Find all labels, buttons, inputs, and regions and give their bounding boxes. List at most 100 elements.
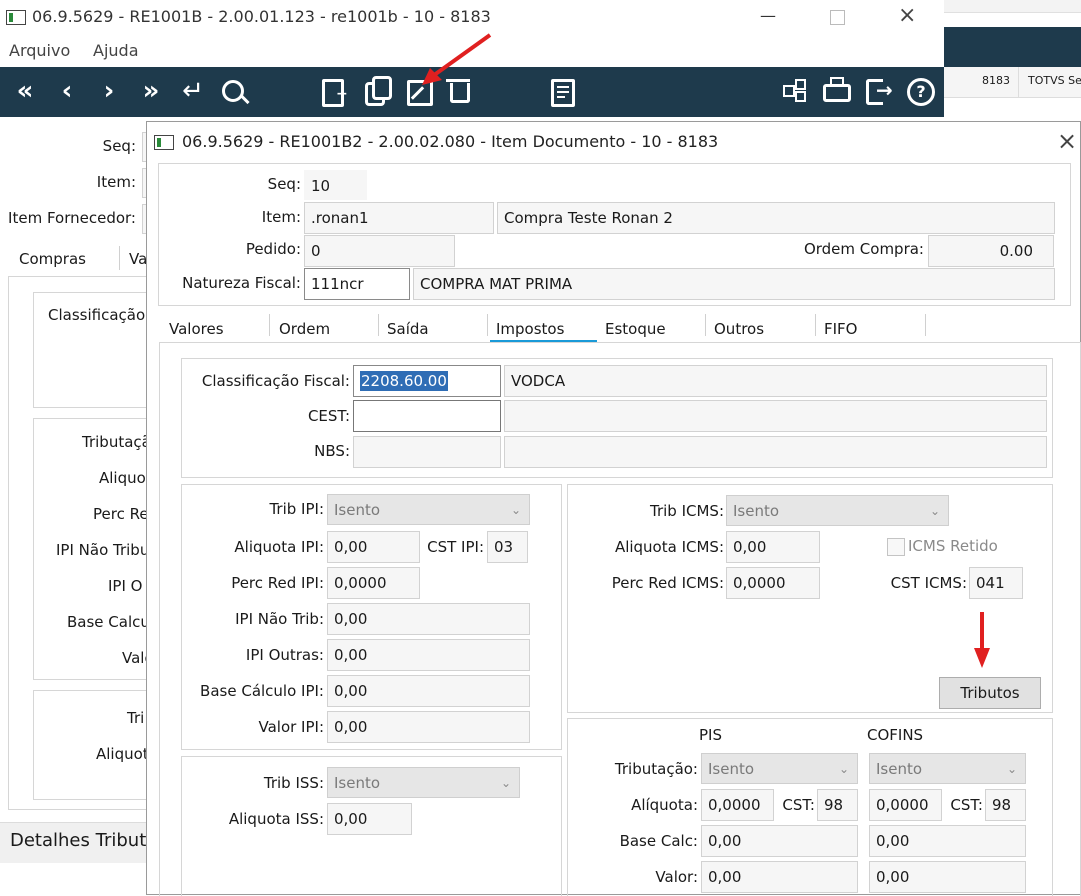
back-window-title: 06.9.5629 - RE1001B - 2.00.01.123 - re10…: [32, 7, 491, 26]
cofins-valor-field[interactable]: 0,00: [869, 861, 1026, 893]
cofins-aliquota-field[interactable]: 0,0000: [869, 789, 942, 821]
cofins-cst-field[interactable]: 98: [985, 789, 1026, 821]
tab-ordem[interactable]: Ordem: [279, 318, 330, 344]
back-tab-valores[interactable]: Va: [129, 250, 147, 268]
seq-field[interactable]: 10: [304, 170, 367, 200]
pis-header: PIS: [699, 726, 722, 744]
bg-strip-dark: [944, 27, 1081, 67]
trib-iss-select[interactable]: Isento ⌄: [327, 767, 520, 798]
menu-arquivo[interactable]: Arquivo: [9, 41, 70, 60]
dialog-close-button[interactable]: ×: [1057, 127, 1077, 155]
ipi-outras-field[interactable]: 0,00: [327, 639, 530, 671]
return-icon[interactable]: ↵: [176, 74, 210, 108]
hierarchy-icon[interactable]: [783, 79, 806, 102]
icms-retido-checkbox[interactable]: [887, 538, 905, 556]
perc-red-icms-field[interactable]: 0,0000: [726, 567, 820, 599]
perc-red-ipi-field[interactable]: 0,0000: [327, 567, 420, 599]
tab-separator: [378, 314, 379, 336]
back-label-trib: Tributaçã: [82, 433, 151, 451]
nbs-desc-field: [504, 436, 1047, 468]
cofins-base-field[interactable]: 0,00: [869, 825, 1026, 857]
pis-base-field[interactable]: 0,00: [701, 825, 858, 857]
cofins-header: COFINS: [867, 726, 924, 744]
tab-outros[interactable]: Outros: [714, 318, 764, 344]
new-document-plus: +: [336, 86, 348, 102]
classificacao-fiscal-field[interactable]: 2208.60.00: [353, 365, 501, 397]
back-label-base: Base Calcul: [67, 613, 155, 631]
print-icon[interactable]: [823, 77, 851, 102]
search-icon[interactable]: [222, 80, 250, 105]
trib-icms-value: Isento: [733, 502, 780, 520]
pis-cst-field[interactable]: 98: [817, 789, 858, 821]
report-icon[interactable]: [551, 79, 575, 107]
aliquota-icms-label: Aliquota ICMS:: [614, 538, 724, 556]
tab-separator: [487, 314, 488, 336]
cest-desc-field: [504, 400, 1047, 432]
pis-cst-label: CST:: [782, 796, 815, 814]
valor-ipi-label: Valor IPI:: [258, 718, 324, 736]
pis-valor-field[interactable]: 0,00: [701, 861, 858, 893]
back-label-aliq: Aliquot: [99, 469, 152, 487]
tab-separator: [269, 314, 270, 336]
bg-tab-8183[interactable]: 8183: [982, 74, 1010, 87]
back-label-ipi-nao: IPI Não Tribu: [56, 541, 150, 559]
valor-ipi-field[interactable]: 0,00: [327, 711, 530, 743]
tab-fifo[interactable]: FIFO: [824, 318, 858, 344]
tab-estoque[interactable]: Estoque: [605, 318, 666, 344]
valor-label: Valor:: [655, 868, 698, 886]
trib-ipi-select[interactable]: Isento ⌄: [327, 494, 530, 525]
item-code-field[interactable]: .ronan1: [304, 202, 494, 234]
bg-tab-totvs[interactable]: TOTVS Se: [1028, 74, 1081, 87]
cofins-tributacao-select[interactable]: Isento ⌄: [869, 753, 1026, 784]
pedido-field[interactable]: 0: [304, 235, 455, 267]
minimize-button[interactable]: —: [756, 6, 780, 25]
chevron-down-icon: ⌄: [500, 776, 511, 790]
trib-icms-select[interactable]: Isento ⌄: [726, 495, 949, 526]
seq-label: Seq:: [267, 175, 301, 193]
aliquota-icms-field[interactable]: 0,00: [726, 531, 820, 563]
trib-iss-value: Isento: [334, 774, 381, 792]
aliquota-ipi-field[interactable]: 0,00: [327, 531, 420, 563]
item-desc-field: Compra Teste Ronan 2: [497, 202, 1055, 234]
aliquota-label: Alíquota:: [631, 796, 698, 814]
next-record-icon[interactable]: ›: [92, 74, 126, 108]
back-footer-text[interactable]: Detalhes Tribut: [10, 830, 146, 851]
ordem-compra-label: Ordem Compra:: [803, 240, 924, 258]
tab-saida[interactable]: Saída: [387, 318, 429, 344]
tab-separator: [925, 314, 926, 336]
close-window-button[interactable]: ×: [898, 3, 916, 28]
natureza-desc-field: COMPRA MAT PRIMA: [413, 268, 1055, 300]
nbs-field[interactable]: [353, 436, 501, 468]
back-tab-compras[interactable]: Compras: [19, 250, 86, 268]
maximize-button[interactable]: [830, 10, 845, 25]
help-icon[interactable]: ?: [907, 78, 935, 106]
tributos-button[interactable]: Tributos: [939, 677, 1041, 709]
ordem-compra-field[interactable]: 0.00: [928, 235, 1054, 267]
first-record-icon[interactable]: «: [8, 74, 42, 108]
cst-icms-field[interactable]: 041: [969, 567, 1023, 599]
last-record-icon[interactable]: »: [134, 74, 168, 108]
aliquota-iss-label: Aliquota ISS:: [228, 810, 324, 828]
natureza-fiscal-label: Natureza Fiscal:: [182, 274, 301, 292]
base-calc-label: Base Calc:: [619, 832, 698, 850]
cest-field[interactable]: [353, 400, 501, 432]
base-calculo-ipi-field[interactable]: 0,00: [327, 675, 530, 707]
pedido-label: Pedido:: [245, 240, 301, 258]
aliquota-iss-field[interactable]: 0,00: [327, 803, 412, 835]
ipi-nao-trib-field[interactable]: 0,00: [327, 603, 530, 635]
dialog-app-icon: [154, 135, 174, 150]
tab-valores[interactable]: Valores: [169, 318, 224, 344]
pis-tributacao-value: Isento: [708, 760, 755, 778]
chevron-down-icon: ⌄: [929, 504, 940, 518]
natureza-fiscal-field[interactable]: 111ncr: [304, 268, 410, 300]
previous-record-icon[interactable]: ‹: [50, 74, 84, 108]
cst-ipi-field[interactable]: 03: [487, 531, 528, 563]
classificacao-fiscal-label: Classificação Fiscal:: [201, 372, 350, 390]
bg-tab-sep: [1018, 67, 1019, 97]
menu-ajuda[interactable]: Ajuda: [93, 41, 139, 60]
back-tab-sep: [119, 246, 120, 270]
cest-label: CEST:: [307, 407, 350, 425]
pis-tributacao-select[interactable]: Isento ⌄: [701, 753, 858, 784]
pis-aliquota-field[interactable]: 0,0000: [701, 789, 774, 821]
classificacao-fiscal-selection: 2208.60.00: [360, 371, 448, 391]
